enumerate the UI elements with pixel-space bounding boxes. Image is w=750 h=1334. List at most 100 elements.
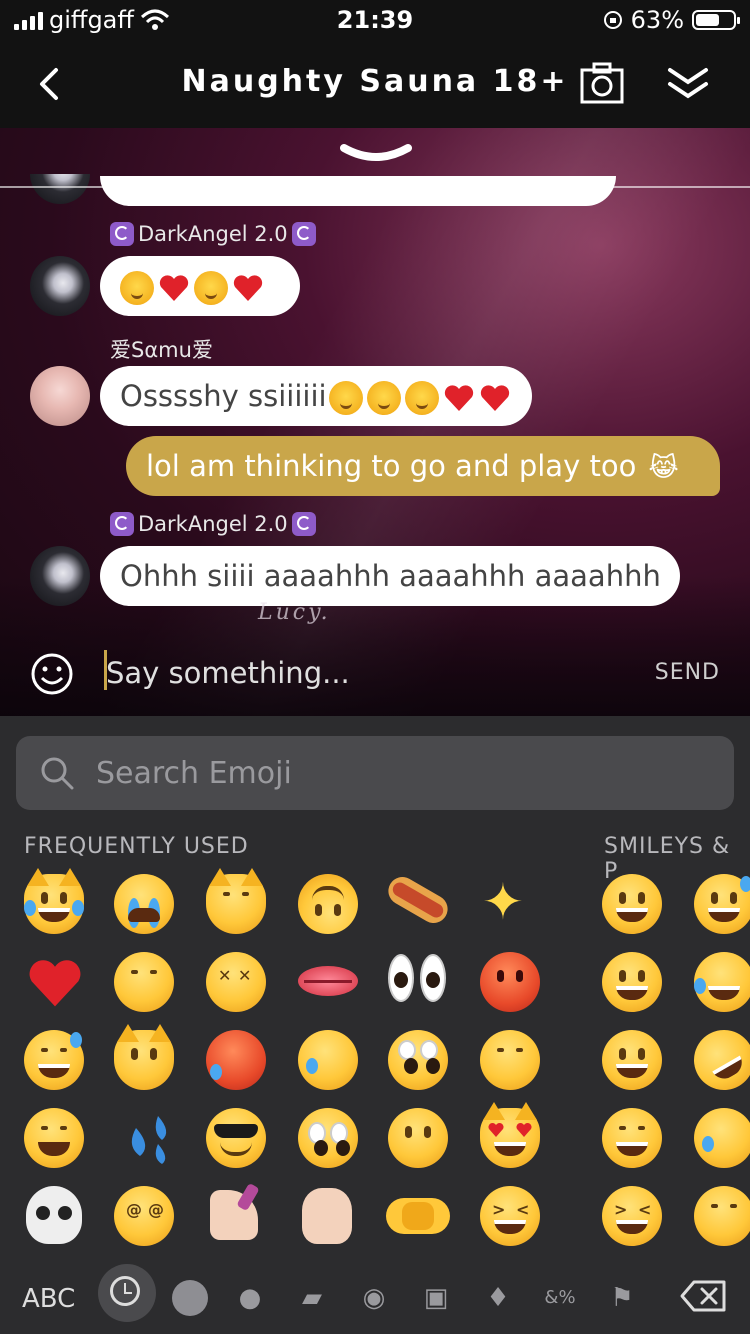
avatar[interactable] (30, 546, 90, 606)
emoji-dizzy-face[interactable]: ✕ ✕ (200, 946, 272, 1018)
text-caret (104, 650, 107, 690)
drooling-face-icon (328, 381, 363, 415)
emoji-search-field[interactable]: Search Emoji (16, 736, 734, 810)
nav-bar: Naughty Sauna 18+ (0, 40, 750, 128)
heart-icon (233, 275, 263, 301)
emoji-eyes[interactable] (382, 946, 454, 1018)
food-tab-icon[interactable]: ▰ (296, 1282, 328, 1314)
composer: SEND (0, 630, 750, 716)
message-input[interactable] (104, 652, 608, 694)
emoji-beaming-face[interactable] (596, 1102, 668, 1174)
message-bubble (100, 256, 300, 316)
message-bubble: Ohhh siiii aaaahhh aaaahhh aaaahhh (100, 546, 680, 606)
message-author: DarkAngel 2.0 (110, 512, 316, 536)
emoji-laughing[interactable]: > < (474, 1180, 546, 1252)
emoji-sunglasses[interactable] (200, 1102, 272, 1174)
message-text: Osssshy ssiiiiii (120, 379, 327, 413)
emoji-ok-hand[interactable] (292, 1180, 364, 1252)
emoji-handshake[interactable] (382, 1180, 454, 1252)
emoji-keyboard: Search Emoji FREQUENTLY USED SMILEYS & P… (0, 716, 750, 1334)
status-right: 63% (603, 6, 740, 34)
emoji-toggle-icon[interactable] (30, 652, 74, 696)
status-bar: giffgaff 21:39 63% (0, 0, 750, 40)
symbols-tab-icon[interactable]: &% (544, 1282, 576, 1314)
drooling-face-icon (120, 271, 154, 305)
collapse-icon[interactable] (664, 64, 712, 104)
emoji-smiling-face[interactable] (688, 1180, 750, 1252)
emoji-grin[interactable] (596, 1024, 668, 1096)
flags-tab-icon[interactable]: ⚑ (606, 1282, 638, 1314)
emoji-hot-dog[interactable] (382, 868, 454, 940)
avatar[interactable] (30, 256, 90, 316)
emoji-mouth[interactable] (292, 946, 364, 1018)
objects-tab-icon[interactable]: ♦ (482, 1282, 514, 1314)
emoji-thinking-face[interactable] (382, 1102, 454, 1174)
emoji-kissing-cat[interactable] (200, 868, 272, 940)
emoji-nail-polish[interactable] (200, 1180, 272, 1252)
emoji-smirk-cat[interactable] (108, 1024, 180, 1096)
travel-tab-icon[interactable]: ▣ (420, 1282, 452, 1314)
emoji-sleeping-face[interactable] (474, 1024, 546, 1096)
send-button[interactable]: SEND (655, 660, 720, 685)
heart-icon (444, 385, 473, 411)
activity-tab-icon[interactable]: ◉ (358, 1282, 390, 1314)
my-message-bubble: lol am thinking to go and play too 😹 (126, 436, 720, 496)
search-placeholder: Search Emoji (96, 756, 292, 791)
drooling-face-icon (404, 381, 439, 415)
animals-tab-icon[interactable]: ● (234, 1282, 266, 1314)
emoji-joy[interactable] (688, 946, 750, 1018)
emoji-cat-tears-of-joy[interactable] (18, 868, 90, 940)
emoji-red-heart[interactable] (18, 946, 90, 1018)
emoji-sweat-droplets[interactable] (108, 1102, 180, 1174)
recent-tab[interactable] (98, 1264, 156, 1322)
emoji-loudly-crying[interactable] (108, 868, 180, 940)
emoji-weary-face[interactable] (18, 1102, 90, 1174)
emoji-face-exhaling[interactable] (108, 946, 180, 1018)
search-icon (41, 757, 74, 790)
emoji-rolling-eyes[interactable] (382, 1024, 454, 1096)
section-header-frequent: FREQUENTLY USED (24, 834, 249, 859)
drooling-face-icon (366, 381, 401, 415)
message-author: DarkAngel 2.0 (110, 222, 316, 246)
smileys-tab-icon[interactable] (172, 1280, 208, 1316)
emoji-pleading-face[interactable] (292, 1102, 364, 1174)
emoji-face-with-spiral-eyes[interactable]: @ @ (108, 1180, 180, 1252)
emoji-smiling-tear[interactable] (688, 1102, 750, 1174)
abc-button[interactable]: ABC (22, 1284, 75, 1314)
author-name: DarkAngel 2.0 (138, 222, 288, 246)
emoji-upside-down-face[interactable] (292, 868, 364, 940)
emoji-grid: ✦ ✕ ✕ @ @ > < > < (0, 868, 750, 1258)
emoji-grinning-sweat[interactable] (688, 868, 750, 940)
drooling-face-icon (194, 271, 228, 305)
battery-icon (692, 10, 740, 30)
chat-area[interactable]: DarkAngel 2.0 爱Sαmu爱 Osssshy ssiiiiii lo… (0, 128, 750, 716)
emoji-laughing[interactable]: > < (596, 1180, 668, 1252)
avatar[interactable] (30, 366, 90, 426)
emoji-skull[interactable] (18, 1180, 90, 1252)
delete-icon[interactable] (680, 1278, 728, 1314)
message-bubble: Osssshy ssiiiiii (100, 366, 532, 426)
chevron-down-icon[interactable] (340, 142, 412, 172)
camera-icon[interactable] (580, 62, 624, 104)
emoji-rofl[interactable] (683, 1019, 750, 1101)
rotation-lock-icon (603, 11, 622, 29)
heart-icon (159, 275, 189, 301)
author-name: DarkAngel 2.0 (138, 512, 288, 536)
message-author: 爱Sαmu爱 (110, 338, 213, 362)
emoji-smiling-tear[interactable] (292, 1024, 364, 1096)
emoji-sparkles[interactable]: ✦ (474, 868, 546, 940)
moon-icon (291, 222, 316, 246)
emoji-angry-face[interactable] (474, 946, 546, 1018)
emoji-hot-face[interactable] (200, 1024, 272, 1096)
emoji-heart-eyes-cat[interactable] (474, 1102, 546, 1174)
message-text: lol am thinking to go and play too (146, 449, 637, 483)
moon-icon (110, 222, 134, 246)
chat-title: Naughty Sauna 18+ (181, 64, 569, 99)
heart-icon (480, 385, 509, 411)
watermark-text: Lucy. (258, 600, 331, 625)
moon-icon (110, 512, 134, 536)
emoji-sweat-smile[interactable] (18, 1024, 90, 1096)
emoji-smiley[interactable] (596, 946, 668, 1018)
emoji-grinning-face[interactable] (596, 868, 668, 940)
avatar[interactable] (30, 174, 90, 204)
